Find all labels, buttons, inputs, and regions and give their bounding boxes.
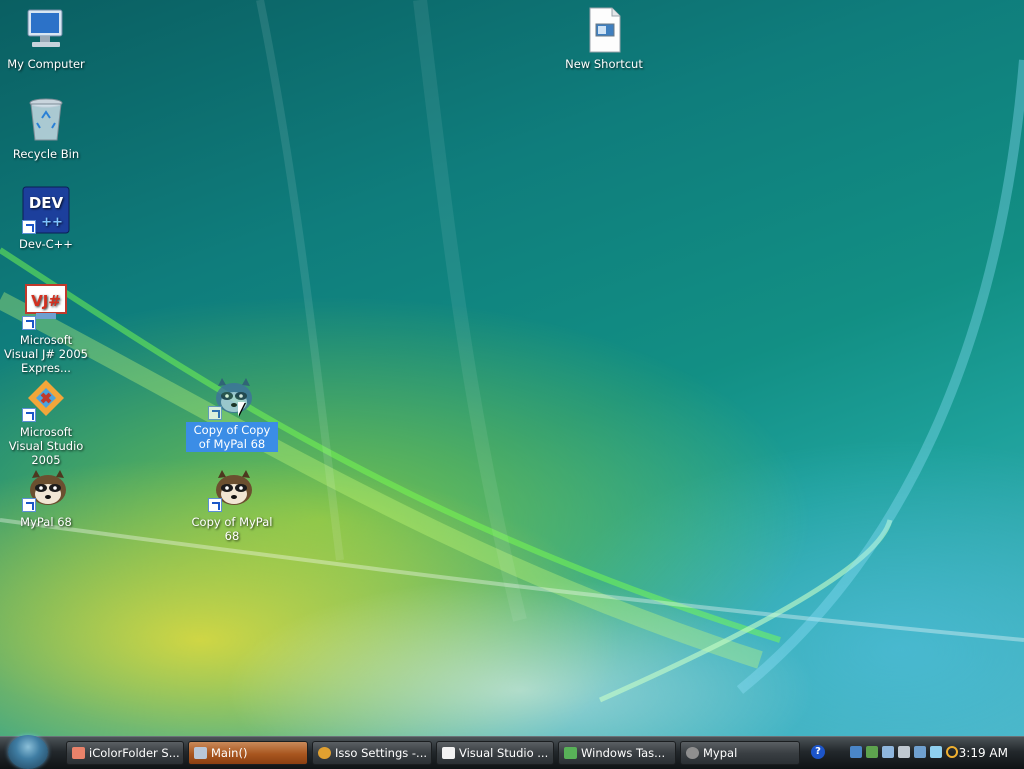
svg-text:VJ#: VJ# [31, 292, 61, 310]
wallpaper-waves [0, 0, 1024, 703]
desktop-tray-icon[interactable] [850, 746, 862, 758]
mouse-cursor-icon [238, 402, 245, 416]
visual-jsharp-icon: VJ# [22, 282, 70, 330]
clock[interactable]: 3:19 AM [959, 744, 1008, 762]
network-icon[interactable] [866, 746, 878, 758]
visual-studio-icon [22, 374, 70, 422]
magnifier-icon[interactable] [946, 746, 958, 758]
desktop-icon-my-computer[interactable]: My Computer [0, 6, 92, 72]
hardware-icon[interactable] [898, 746, 910, 758]
svg-text:DEV: DEV [29, 194, 64, 212]
taskbar-item-main[interactable]: Main() [188, 741, 308, 765]
sync-icon[interactable] [882, 746, 894, 758]
desktop-icon-new-shortcut[interactable]: New Shortcut [558, 6, 650, 72]
computer-icon [22, 6, 70, 54]
recycle-bin-icon [22, 96, 70, 144]
desktop-icon-visual-jsharp[interactable]: VJ# Microsoft Visual J# 2005 Expres... [0, 282, 92, 376]
svg-text:++: ++ [41, 215, 63, 230]
shortcut-arrow-icon [208, 406, 222, 420]
taskbar-item-visual-studio[interactable]: Visual Studio ... [436, 741, 554, 765]
help-icon[interactable]: ? [811, 745, 825, 759]
raccoon-icon [22, 464, 70, 512]
window-icon [442, 747, 455, 759]
taskbar: iColorFolder S... Main() Isso Settings -… [0, 735, 1024, 769]
shortcut-arrow-icon [22, 408, 36, 422]
shortcut-arrow-icon [22, 316, 36, 330]
shortcut-arrow-icon [22, 498, 36, 512]
desktop-icon-recycle-bin[interactable]: Recycle Bin [0, 96, 92, 162]
folder-icon [72, 747, 85, 759]
task-manager-icon [564, 747, 577, 759]
shortcut-arrow-icon [208, 498, 222, 512]
taskbar-item-isso-settings[interactable]: Isso Settings -... [312, 741, 432, 765]
desktop[interactable]: My Computer Recycle Bin DEV ++ Dev-C++ VJ… [0, 0, 1024, 736]
desktop-icon-copy-of-copy-of-mypal[interactable]: Copy of Copy of MyPal 68 [186, 372, 278, 452]
devcpp-icon: DEV ++ [22, 186, 70, 234]
taskbar-item-icolorfolder[interactable]: iColorFolder S... [66, 741, 184, 765]
desktop-icon-copy-of-mypal[interactable]: Copy of MyPal 68 [186, 464, 278, 544]
firefox-icon [318, 747, 331, 759]
document-icon [194, 747, 207, 759]
raccoon-icon [208, 372, 256, 420]
desktop-icon-dev-cpp[interactable]: DEV ++ Dev-C++ [0, 186, 92, 252]
desktop-icon-mypal-68[interactable]: MyPal 68 [0, 464, 92, 530]
shortcut-arrow-icon [22, 220, 36, 234]
shortcut-file-icon [580, 6, 628, 54]
system-tray: ? 3:19 AM [806, 740, 1024, 766]
taskbar-item-windows-task-manager[interactable]: Windows Tas... [558, 741, 676, 765]
taskbar-item-mypal[interactable]: Mypal [680, 741, 800, 765]
desktop-icon-visual-studio[interactable]: Microsoft Visual Studio 2005 [0, 374, 92, 468]
start-button[interactable] [8, 735, 48, 769]
monitor-icon[interactable] [914, 746, 926, 758]
ime-icon[interactable] [930, 746, 942, 758]
raccoon-icon [208, 464, 256, 512]
raccoon-icon [686, 747, 699, 759]
